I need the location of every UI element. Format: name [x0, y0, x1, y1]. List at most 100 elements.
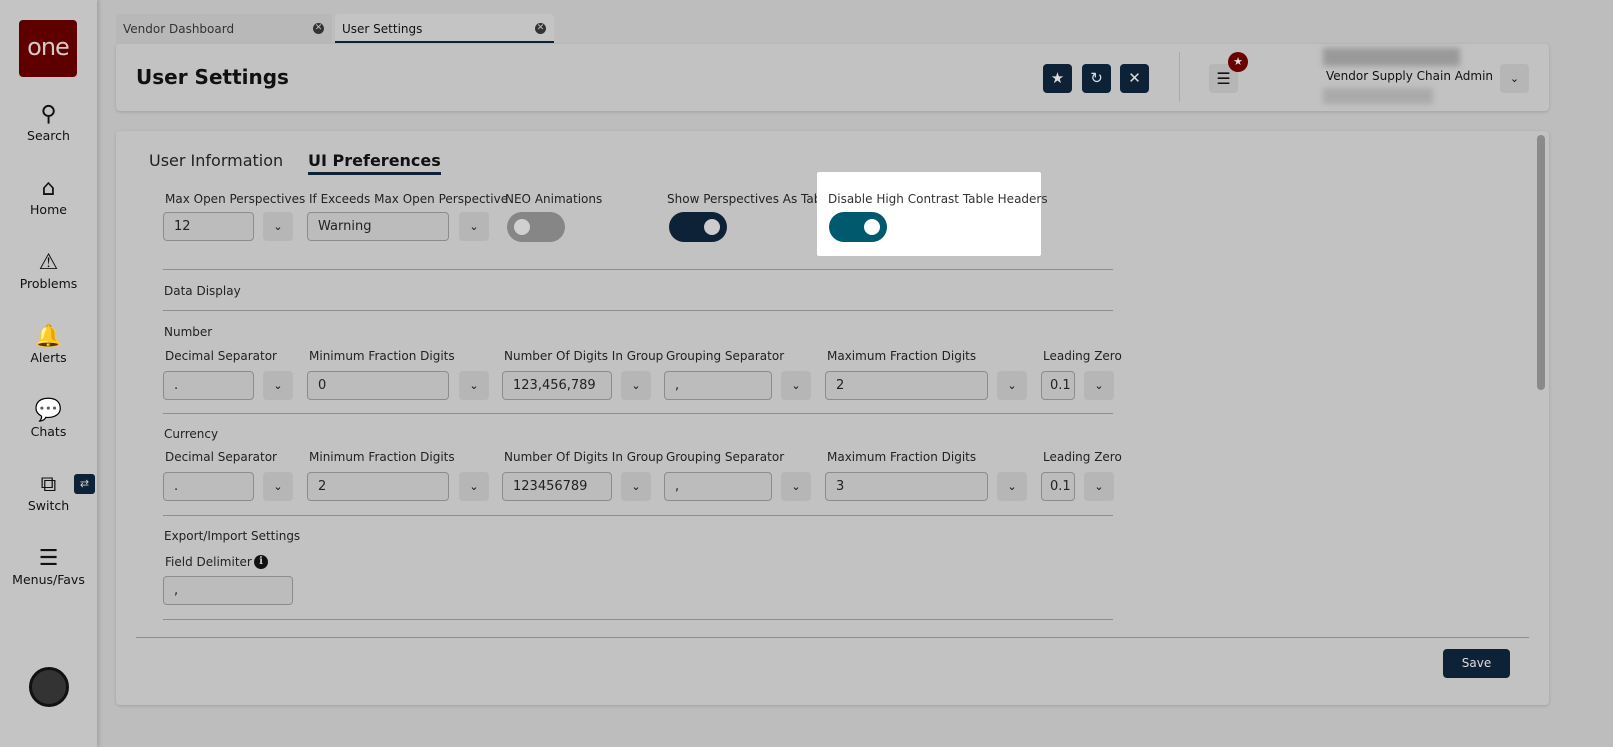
sidebar-item-menus[interactable]: ☰ Menus/Favs	[0, 546, 97, 587]
tab-user-information[interactable]: User Information	[149, 151, 283, 170]
number-field-label: Number Of Digits In Group	[504, 349, 664, 363]
exceeds-label: If Exceeds Max Open Perspective	[309, 192, 509, 206]
switch-badge-icon[interactable]: ⇄	[74, 474, 95, 494]
sidebar-item-home[interactable]: ⌂ Home	[0, 176, 97, 217]
chevron-down-icon[interactable]: ⌄	[621, 472, 651, 501]
page-title: User Settings	[136, 65, 289, 89]
chevron-down-icon[interactable]: ⌄	[997, 371, 1027, 400]
label: Menus/Favs	[12, 572, 85, 587]
save-button[interactable]: Save	[1443, 649, 1510, 678]
close-button[interactable]: ✕	[1120, 64, 1149, 93]
chevron-down-icon[interactable]: ⌄	[263, 472, 293, 501]
close-icon[interactable]: ✕	[313, 23, 324, 34]
tab-label: User Settings	[342, 22, 423, 36]
divider	[163, 310, 1113, 311]
label: Home	[30, 202, 67, 217]
currency-field-input[interactable]: 0.1	[1041, 472, 1075, 501]
tab-vendor-dashboard[interactable]: Vendor Dashboard ✕	[116, 14, 332, 43]
label: Search	[27, 128, 70, 143]
number-field-input[interactable]: 0.1	[1041, 371, 1075, 400]
refresh-button[interactable]: ↻	[1082, 64, 1111, 93]
currency-field-input[interactable]: 2	[307, 472, 449, 501]
number-field-input[interactable]: 2	[825, 371, 988, 400]
blurred-user-info	[1323, 88, 1433, 104]
tab-ui-preferences[interactable]: UI Preferences	[308, 151, 441, 175]
neo-animations-toggle[interactable]	[507, 212, 565, 242]
currency-field-input[interactable]: 123456789	[502, 472, 612, 501]
close-icon[interactable]: ✕	[535, 23, 546, 34]
favorites-star-icon: ★	[1228, 52, 1248, 72]
favorite-button[interactable]: ★	[1043, 64, 1072, 93]
chevron-down-icon[interactable]: ⌄	[1084, 472, 1114, 501]
currency-field-label: Grouping Separator	[666, 450, 785, 464]
divider	[163, 619, 1113, 620]
user-dropdown-button[interactable]: ⌄	[1500, 64, 1529, 93]
chevron-down-icon[interactable]: ⌄	[997, 472, 1027, 501]
divider	[163, 515, 1113, 516]
number-heading: Number	[164, 325, 213, 339]
export-heading: Export/Import Settings	[164, 529, 301, 543]
toggle-knob	[514, 219, 530, 235]
show-tabs-toggle[interactable]	[669, 212, 727, 242]
tab-user-settings[interactable]: User Settings ✕	[335, 14, 554, 43]
avatar[interactable]	[29, 667, 69, 707]
highlight-box: Disable High Contrast Table Headers	[817, 172, 1048, 256]
currency-field-label: Leading Zero	[1043, 450, 1122, 464]
chevron-down-icon[interactable]: ⌄	[459, 472, 489, 501]
field-delimiter-input[interactable]: ,	[163, 576, 293, 605]
number-field-label: Maximum Fraction Digits	[827, 349, 977, 363]
sidebar-item-problems[interactable]: ⚠ Problems	[0, 250, 97, 291]
number-field-input[interactable]: 0	[307, 371, 449, 400]
chevron-down-icon[interactable]: ⌄	[781, 472, 811, 501]
menu-icon: ☰	[38, 546, 59, 571]
sidebar-item-alerts[interactable]: 🔔 Alerts	[0, 324, 97, 365]
toggle-knob	[864, 219, 880, 235]
chevron-down-icon[interactable]: ⌄	[263, 371, 293, 400]
divider	[136, 637, 1529, 638]
chevron-down-icon[interactable]: ⌄	[781, 371, 811, 400]
currency-field-label: Minimum Fraction Digits	[309, 450, 455, 464]
label: Alerts	[30, 350, 67, 365]
currency-field-input[interactable]: .	[163, 472, 254, 501]
search-icon: ⚲	[40, 102, 57, 127]
bell-icon: 🔔	[34, 324, 63, 349]
currency-field-input[interactable]: 3	[825, 472, 988, 501]
label: Problems	[19, 276, 78, 291]
number-field-input[interactable]: 123,456,789	[502, 371, 612, 400]
data-display-heading: Data Display	[164, 284, 241, 298]
field-delimiter-label: Field Delimiter	[165, 555, 252, 569]
number-field-label: Decimal Separator	[165, 349, 277, 363]
chevron-down-icon[interactable]: ⌄	[621, 371, 651, 400]
logo[interactable]: one	[19, 20, 77, 77]
tab-label: Vendor Dashboard	[123, 22, 235, 36]
high-contrast-toggle[interactable]	[829, 212, 887, 242]
currency-field-label: Number Of Digits In Group	[504, 450, 664, 464]
number-field-label: Leading Zero	[1043, 349, 1122, 363]
blurred-user-name	[1323, 48, 1460, 66]
max-open-label: Max Open Perspectives	[165, 192, 306, 206]
label: Switch	[27, 498, 70, 513]
currency-field-label: Maximum Fraction Digits	[827, 450, 977, 464]
number-field-label: Grouping Separator	[666, 349, 785, 363]
info-icon[interactable]: i	[254, 555, 268, 569]
label: Chats	[30, 424, 67, 439]
warning-icon: ⚠	[38, 250, 59, 275]
sidebar-item-search[interactable]: ⚲ Search	[0, 102, 97, 143]
max-open-input[interactable]: 12	[163, 212, 254, 241]
header-bar: User Settings ★ ↻ ✕ ☰ ★ Vendor Supply Ch…	[116, 44, 1549, 111]
sidebar-item-chats[interactable]: 💬 Chats	[0, 398, 97, 439]
show-tabs-label: Show Perspectives As Tabs	[667, 192, 828, 206]
chat-icon: 💬	[34, 398, 63, 423]
currency-field-input[interactable]: ,	[664, 472, 772, 501]
chevron-down-icon[interactable]: ⌄	[1084, 371, 1114, 400]
exceeds-select[interactable]: Warning	[307, 212, 449, 241]
number-field-input[interactable]: .	[163, 371, 254, 400]
scrollbar[interactable]	[1537, 135, 1545, 390]
chevron-down-icon[interactable]: ⌄	[459, 212, 489, 241]
number-field-input[interactable]: ,	[664, 371, 772, 400]
currency-field-label: Decimal Separator	[165, 450, 277, 464]
chevron-down-icon[interactable]: ⌄	[263, 212, 293, 241]
chevron-down-icon[interactable]: ⌄	[459, 371, 489, 400]
currency-heading: Currency	[164, 427, 219, 441]
home-icon: ⌂	[41, 176, 56, 201]
